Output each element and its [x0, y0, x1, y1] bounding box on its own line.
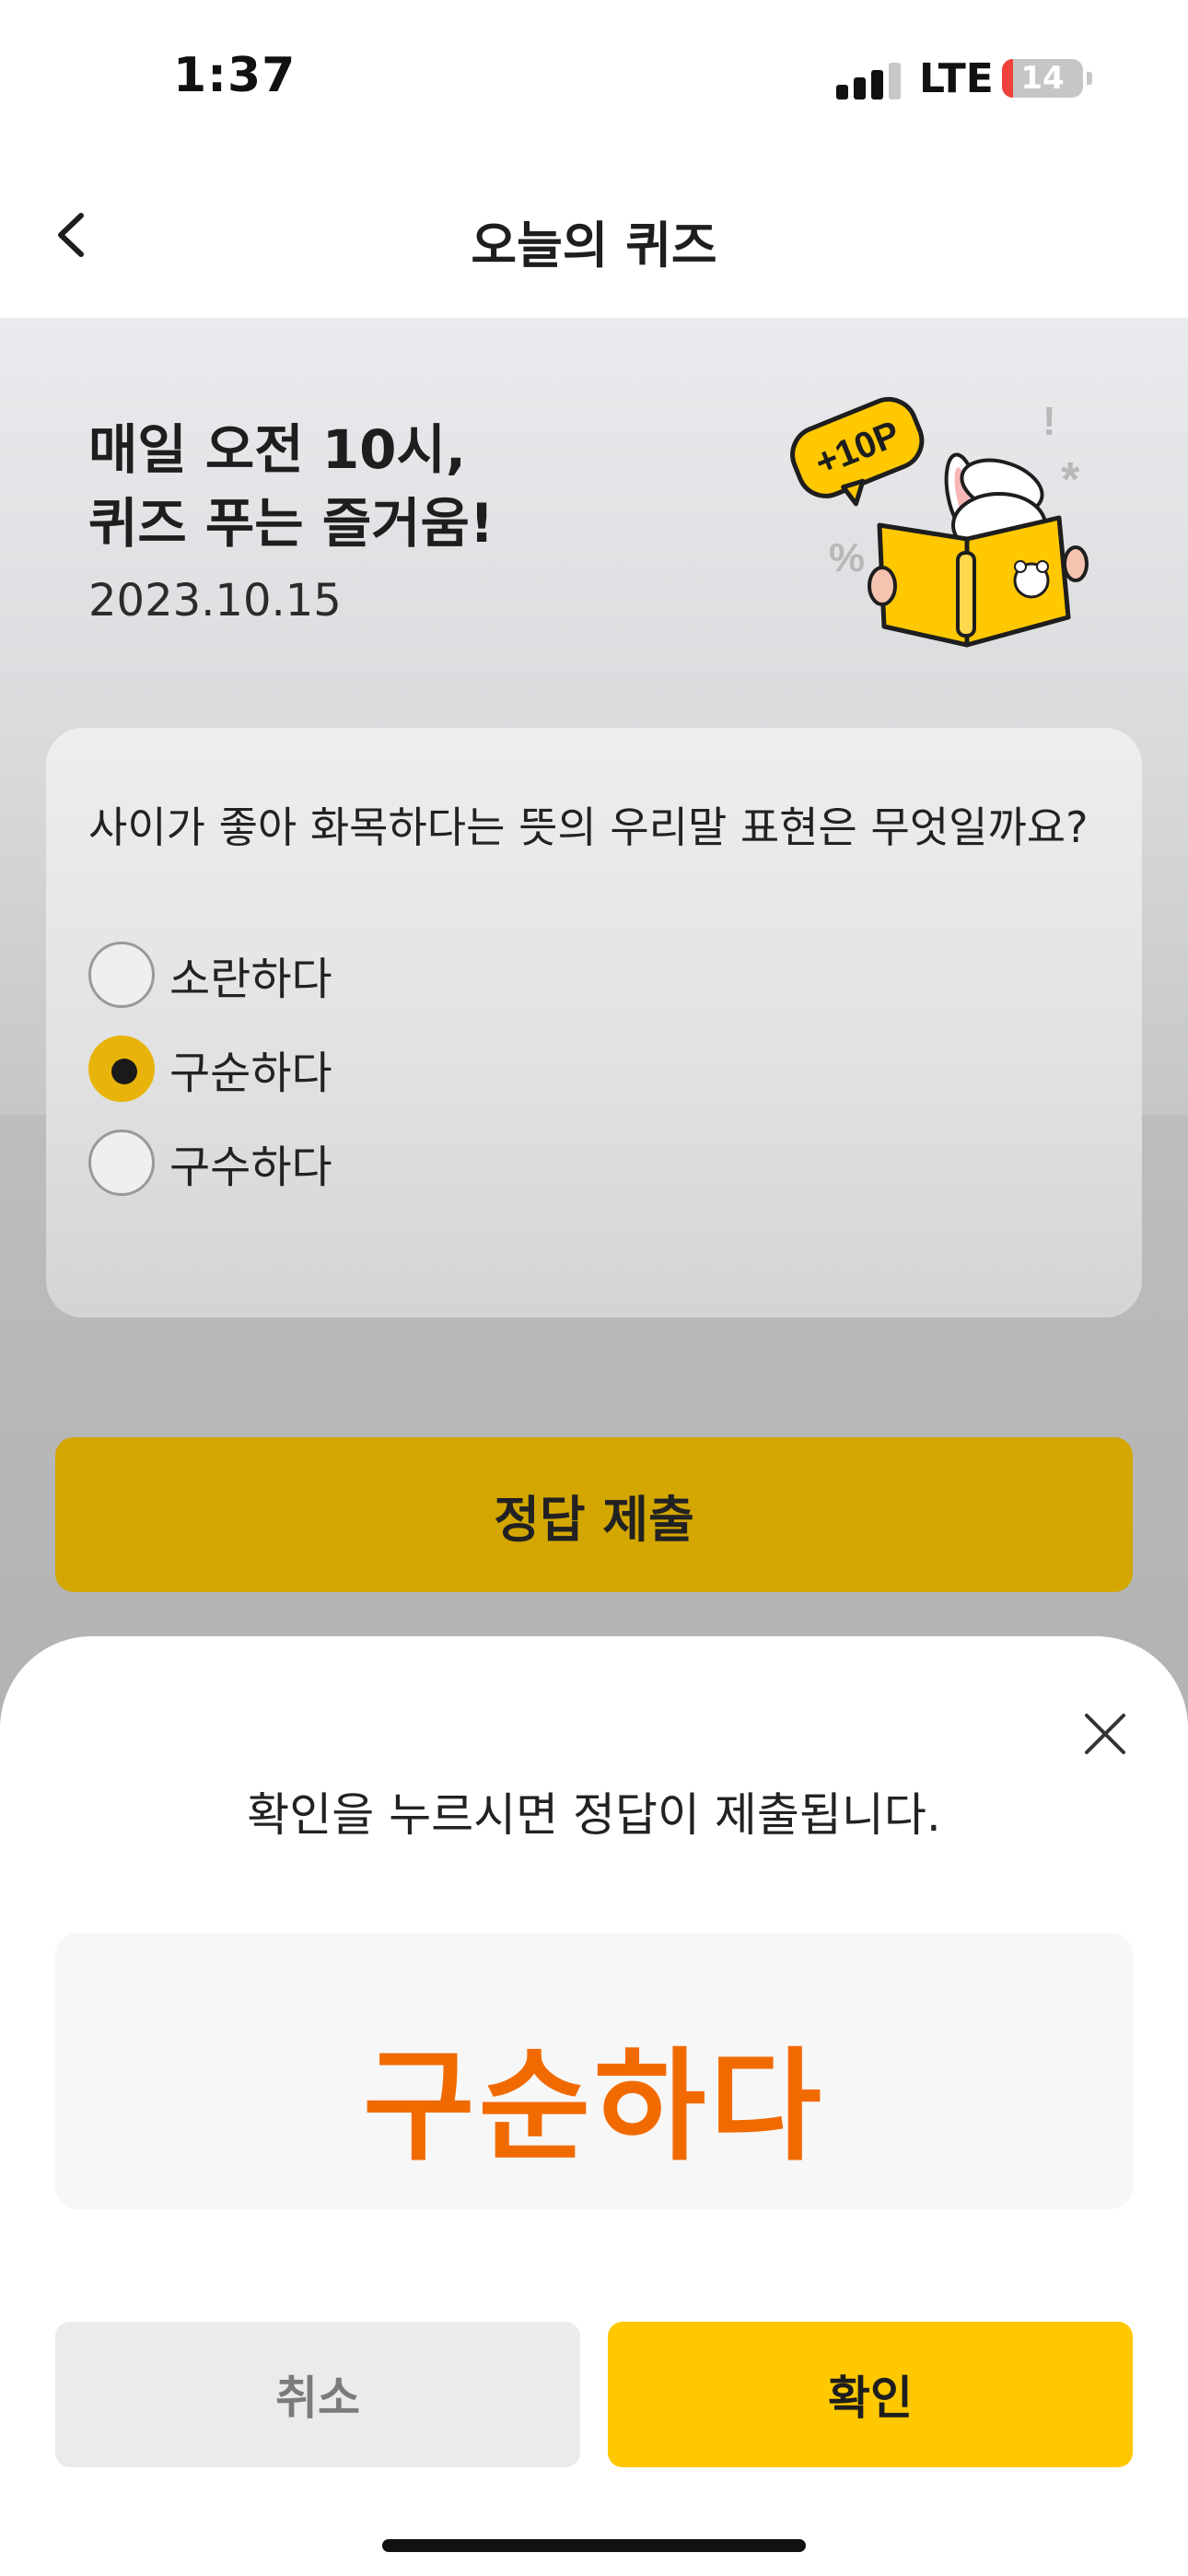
option-label: 소란하다 [169, 954, 332, 1005]
confirm-button[interactable]: 확인 [608, 2322, 1133, 2467]
quiz-date: 2023.10.15 [88, 575, 342, 626]
quiz-question: 사이가 좋아 화목하다는 뜻의 우리말 표현은 무엇일까요? [88, 802, 1089, 852]
asterisk-decoration: * [1061, 453, 1080, 507]
option-0[interactable]: 소란하다 [88, 942, 332, 1008]
submit-answer-button[interactable]: 정답 제출 [55, 1437, 1133, 1592]
status-time: 1:37 [173, 48, 297, 103]
hero-title-line1: 매일 오전 10시, [88, 418, 466, 481]
close-icon [1085, 1714, 1125, 1754]
battery-cap [1087, 72, 1092, 85]
hero-title-line2: 퀴즈 푸는 즐거움! [88, 492, 495, 555]
hero-title: 매일 오전 10시, 퀴즈 푸는 즐거움! [88, 413, 494, 560]
points-badge: +10P [790, 397, 925, 507]
option-1[interactable]: 구순하다 [88, 1036, 332, 1102]
status-bar: 1:37 LTE 14 [0, 0, 1188, 157]
battery-icon: 14 [1002, 59, 1083, 98]
percent-decoration: % [829, 535, 865, 580]
option-2[interactable]: 구수하다 [88, 1130, 332, 1196]
selected-answer: 구순하다 [363, 2036, 825, 2178]
page-title: 오늘의 퀴즈 [471, 217, 717, 275]
rabbit-reading-illustration: +10P ! * % [790, 397, 1089, 648]
battery-level: 14 [1020, 60, 1065, 97]
cellular-signal-icon [836, 63, 901, 100]
home-indicator [382, 2539, 806, 2552]
sheet-message: 확인을 누르시면 정답이 제출됩니다. [247, 1788, 941, 1842]
network-type: LTE [919, 55, 994, 102]
exclaim-decoration: ! [1042, 399, 1056, 444]
close-button[interactable] [1077, 1706, 1133, 1762]
option-label: 구수하다 [169, 1142, 332, 1193]
radio-button-selected[interactable] [88, 1036, 155, 1102]
cancel-button[interactable]: 취소 [55, 2322, 580, 2467]
radio-button[interactable] [88, 942, 155, 1008]
option-label: 구순하다 [169, 1048, 332, 1099]
nav-bar: 오늘의 퀴즈 [0, 157, 1188, 318]
radio-button[interactable] [88, 1130, 155, 1196]
